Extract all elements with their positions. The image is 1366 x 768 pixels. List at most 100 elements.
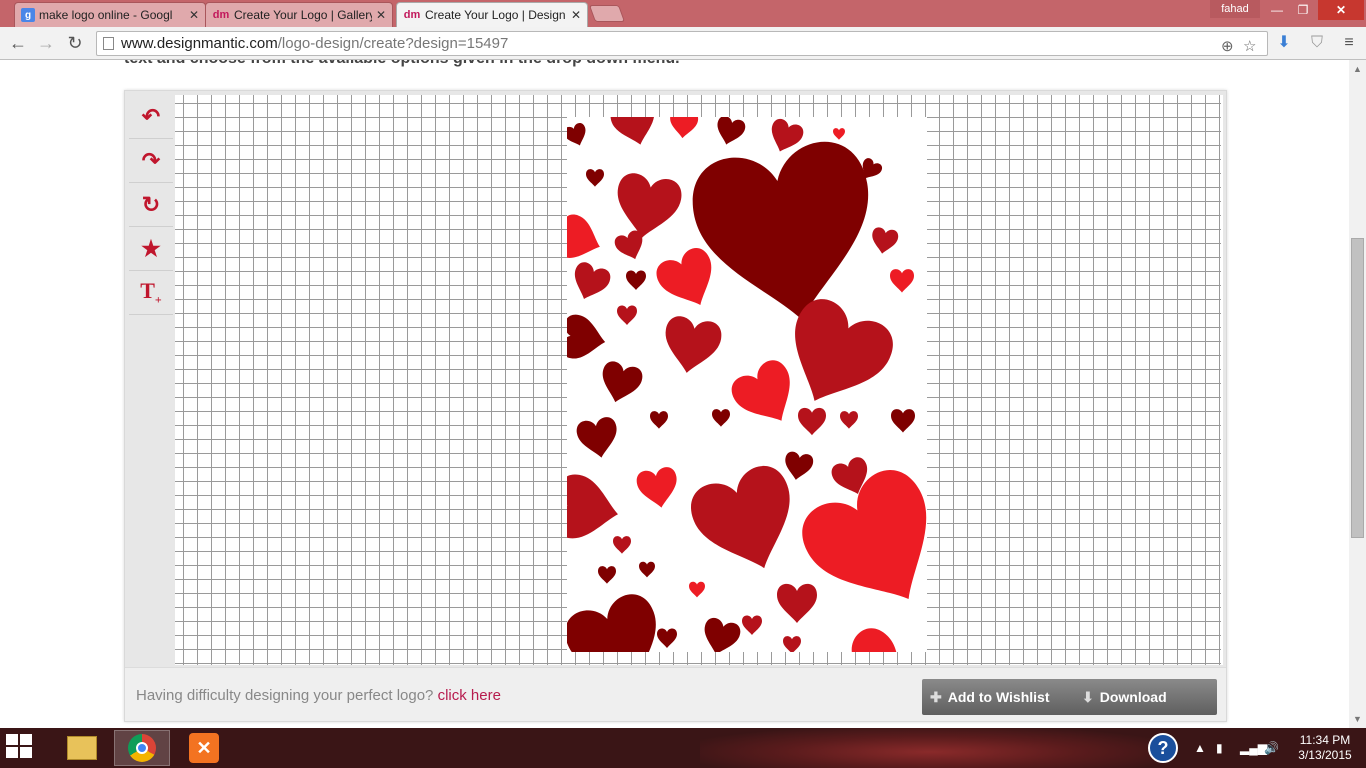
user-profile-button[interactable]: fahad (1210, 0, 1260, 18)
tab-gallery[interactable]: dm Create Your Logo | Gallery ✕ (205, 2, 393, 27)
signal-tray-icon[interactable]: ▂▄▆ (1240, 728, 1267, 768)
heart-shape (595, 359, 645, 408)
heart-shape (567, 471, 624, 546)
minimize-icon[interactable]: — (1264, 0, 1290, 20)
undo-button[interactable]: ↶ (129, 95, 173, 139)
heart-shape (613, 536, 631, 554)
heart-shape (567, 588, 676, 652)
show-hidden-icons[interactable]: ▲ (1194, 728, 1206, 768)
wishlist-label: Add to Wishlist (947, 689, 1050, 705)
reset-button[interactable]: ↻ (129, 183, 173, 227)
add-text-button[interactable]: T+ (129, 271, 173, 315)
close-tab-icon[interactable]: ✕ (571, 8, 581, 22)
page-icon (103, 37, 114, 50)
heart-shape (833, 128, 845, 140)
close-window-icon[interactable]: ✕ (1318, 0, 1364, 20)
help-link[interactable]: click here (438, 687, 501, 704)
tab-google-search[interactable]: g make logo online - Googl ✕ (14, 2, 206, 27)
heart-shape (769, 291, 902, 423)
heart-shape (659, 314, 724, 378)
url-host: www.designmantic.com (121, 35, 278, 52)
text-plus-icon: T+ (140, 277, 162, 307)
browser-toolbar: ← → ↻ www.designmantic.com/logo-design/c… (0, 27, 1366, 60)
heart-shape (869, 226, 900, 256)
bookmark-star-icon[interactable]: ☆ (1243, 35, 1256, 58)
add-symbol-button[interactable]: ★ (129, 227, 173, 271)
download-extension-icon[interactable]: ⬇ (1273, 32, 1295, 54)
heart-shape (626, 270, 646, 290)
logo-editor: ↶ ↷ ↻ ★ T+ Having difficulty designing y… (124, 90, 1227, 722)
heart-shape (586, 169, 604, 187)
star-plus-icon: ★ (141, 235, 161, 261)
heart-shape (689, 581, 705, 598)
reset-icon: ↻ (141, 191, 161, 217)
heart-shape (668, 117, 699, 140)
tab-title: Create Your Logo | Design (425, 8, 566, 22)
heart-shape (890, 269, 914, 293)
windows-taskbar: ✕ ? ▲ ▮ ▂▄▆ 🔊 11:34 PM 3/13/2015 (0, 728, 1366, 768)
page-content: text and choose from the available optio… (0, 60, 1366, 728)
back-icon[interactable]: ← (6, 31, 30, 55)
wallpaper-strip (700, 728, 1160, 768)
maximize-icon[interactable]: ❐ (1290, 0, 1316, 20)
close-tab-icon[interactable]: ✕ (376, 8, 386, 22)
heart-shape (567, 312, 609, 364)
chrome-icon[interactable] (114, 730, 170, 766)
address-bar[interactable]: www.designmantic.com/logo-design/create?… (96, 31, 1268, 56)
plus-icon: ✚ (930, 688, 942, 705)
add-to-wishlist-button[interactable]: ✚ Add to Wishlist (922, 679, 1077, 715)
hearts-graphic (567, 117, 927, 652)
tab-title: make logo online - Googl (39, 8, 173, 22)
page-scrollbar[interactable]: ▲ ▼ (1349, 60, 1366, 728)
heart-shape (782, 450, 815, 483)
scroll-down-icon[interactable]: ▼ (1353, 714, 1362, 724)
design-canvas[interactable] (175, 95, 1223, 665)
dm-icon: dm (403, 9, 421, 21)
instruction-text: text and choose from the available optio… (124, 60, 680, 68)
heart-shape (639, 561, 655, 578)
heart-shape (657, 628, 677, 648)
editor-footer: Having difficulty designing your perfect… (125, 667, 1226, 721)
system-clock[interactable]: 11:34 PM 3/13/2015 (1290, 733, 1360, 763)
shield-extension-icon[interactable]: ⛉ (1306, 32, 1328, 54)
heart-shape (891, 409, 915, 433)
clock-time: 11:34 PM (1299, 733, 1351, 747)
editor-toolbar: ↶ ↷ ↻ ★ T+ (129, 95, 173, 315)
zoom-icon[interactable]: ⊕ (1221, 35, 1234, 58)
tab-title: Create Your Logo | Gallery (234, 8, 372, 22)
forward-icon[interactable]: → (34, 31, 58, 55)
heart-shape (650, 411, 668, 429)
hearts-logo-artwork[interactable] (567, 117, 927, 652)
heart-shape (777, 583, 817, 623)
dm-icon: dm (212, 9, 230, 21)
start-button[interactable] (6, 734, 38, 762)
heart-shape (685, 135, 889, 335)
google-icon: g (21, 8, 35, 22)
heart-shape (712, 117, 747, 149)
close-tab-icon[interactable]: ✕ (189, 8, 199, 22)
menu-icon[interactable]: ≡ (1338, 32, 1360, 54)
new-tab-button[interactable] (588, 5, 626, 22)
heart-shape (726, 355, 808, 436)
heart-shape (567, 259, 613, 306)
heart-shape (742, 615, 762, 635)
heart-shape (635, 465, 682, 512)
undo-icon: ↶ (141, 103, 161, 129)
help-question: Having difficulty designing your perfect… (136, 687, 434, 704)
tab-design[interactable]: dm Create Your Logo | Design ✕ (396, 2, 588, 27)
scroll-up-icon[interactable]: ▲ (1353, 64, 1362, 74)
heart-shape (575, 415, 622, 462)
scrollbar-thumb[interactable] (1351, 238, 1364, 538)
volume-icon[interactable]: 🔊 (1264, 728, 1279, 768)
help-tray-icon[interactable]: ? (1148, 728, 1178, 768)
download-button[interactable]: ⬇ Download (1074, 679, 1217, 715)
xampp-icon[interactable]: ✕ (176, 730, 232, 766)
file-explorer-icon[interactable] (54, 730, 110, 766)
heart-shape (610, 170, 685, 244)
redo-button[interactable]: ↷ (129, 139, 173, 183)
download-label: Download (1099, 689, 1167, 705)
network-tray-icon[interactable]: ▮ (1216, 728, 1223, 768)
url-path: /logo-design/create?design=15497 (277, 35, 509, 52)
browser-titlebar: g make logo online - Googl ✕ dm Create Y… (0, 0, 1366, 27)
reload-icon[interactable]: ↻ (63, 31, 87, 55)
